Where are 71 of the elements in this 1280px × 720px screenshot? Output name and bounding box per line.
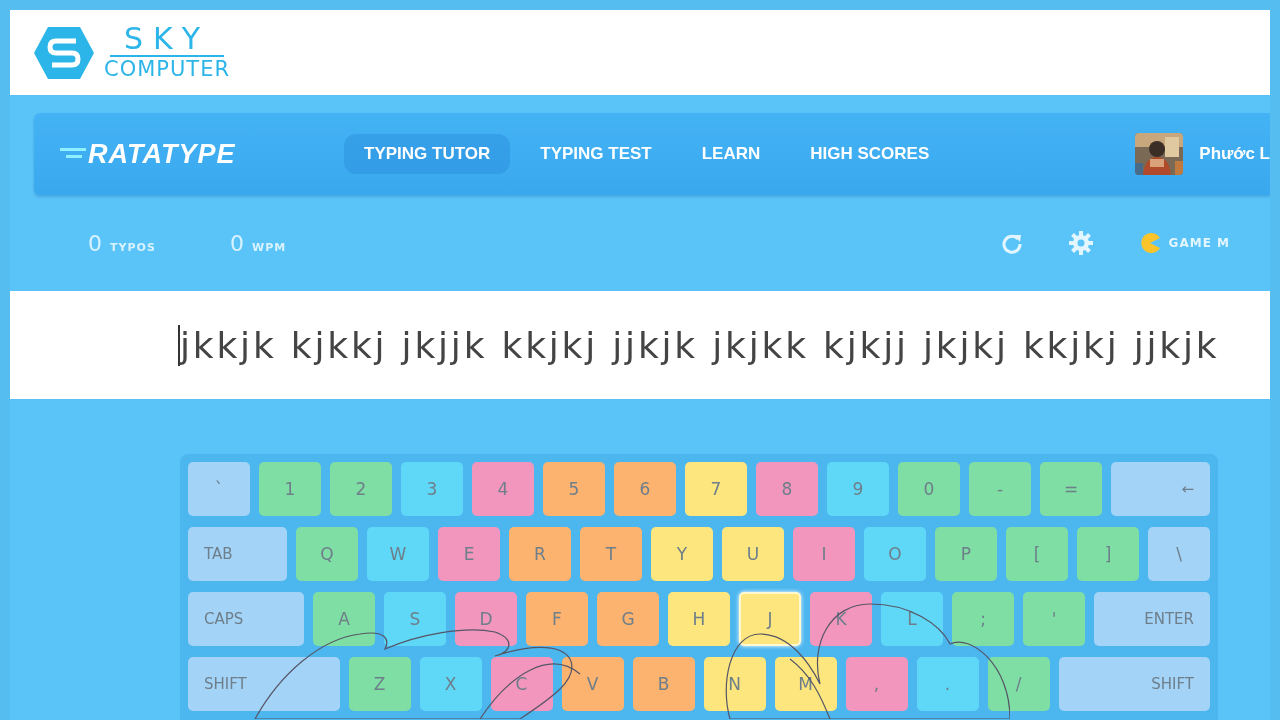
keyboard-key[interactable]: P xyxy=(935,527,997,581)
stat-label: TYPOS xyxy=(110,240,156,254)
keyboard-key[interactable]: 7 xyxy=(685,462,747,516)
keyboard-key[interactable]: SHIFT xyxy=(188,657,340,711)
keyboard-key[interactable]: 3 xyxy=(401,462,463,516)
keyboard-key[interactable]: X xyxy=(419,657,482,711)
logo-icon xyxy=(60,148,88,160)
stat-value: 0 xyxy=(230,230,244,256)
keyboard-key[interactable]: 2 xyxy=(330,462,392,516)
keyboard-key[interactable]: M xyxy=(774,657,837,711)
keyboard-key[interactable]: W xyxy=(367,527,429,581)
keyboard-key[interactable]: A xyxy=(313,592,375,646)
keyboard-key[interactable]: [ xyxy=(1006,527,1068,581)
keyboard-key[interactable]: 8 xyxy=(756,462,818,516)
keyboard-key[interactable]: ] xyxy=(1077,527,1139,581)
keyboard-key[interactable]: O xyxy=(864,527,926,581)
keyboard-key[interactable]: ← xyxy=(1111,462,1210,516)
keyboard-key[interactable]: T xyxy=(580,527,642,581)
user-name[interactable]: Phước L xyxy=(1199,144,1270,164)
keyboard-key[interactable]: TAB xyxy=(188,527,287,581)
nav-tab[interactable]: TYPING TEST xyxy=(520,134,672,174)
brand-title: SKY xyxy=(110,23,224,57)
keyboard-key[interactable]: CAPS xyxy=(188,592,304,646)
keyboard-key[interactable]: D xyxy=(455,592,517,646)
keyboard-key[interactable]: 5 xyxy=(543,462,605,516)
stat-value: 0 xyxy=(88,230,102,256)
keyboard-key[interactable]: 0 xyxy=(898,462,960,516)
logo-icon xyxy=(32,24,96,81)
exercise-text: jkkjk kjkkj jkjjk kkjkj jjkjk jkjkk kjkjj jkjkj kkjkj jjkjk xyxy=(178,324,1220,366)
game-mode-link[interactable]: GAME M xyxy=(1168,236,1230,250)
keyboard-key[interactable]: ` xyxy=(188,462,250,516)
keyboard-key[interactable]: . xyxy=(916,657,979,711)
nav-tab[interactable]: TYPING TUTOR xyxy=(344,134,511,174)
keyboard-key[interactable]: G xyxy=(597,592,659,646)
keyboard-key[interactable]: R xyxy=(509,527,571,581)
refresh-icon[interactable] xyxy=(1000,232,1023,254)
keyboard-key[interactable]: Z xyxy=(348,657,411,711)
keyboard-key[interactable]: , xyxy=(845,657,908,711)
keyboard-key[interactable]: H xyxy=(668,592,730,646)
nav-tab[interactable]: HIGH SCORES xyxy=(790,134,950,174)
keyboard-key[interactable]: SHIFT xyxy=(1058,657,1210,711)
keyboard-key[interactable]: C xyxy=(490,657,553,711)
keyboard-key[interactable]: V xyxy=(561,657,624,711)
keyboard-key[interactable]: L xyxy=(881,592,943,646)
keyboard-key[interactable]: 6 xyxy=(614,462,676,516)
keyboard-key[interactable]: Y xyxy=(651,527,713,581)
keyboard-key[interactable]: ' xyxy=(1023,592,1085,646)
keyboard-key[interactable]: N xyxy=(703,657,766,711)
keyboard-key[interactable]: K xyxy=(810,592,872,646)
keyboard-key[interactable]: E xyxy=(438,527,500,581)
keyboard-key[interactable]: - xyxy=(969,462,1031,516)
nav-tab[interactable]: LEARN xyxy=(681,134,781,174)
keyboard-key[interactable]: 1 xyxy=(259,462,321,516)
keyboard-key[interactable]: \ xyxy=(1148,527,1210,581)
brand-subtitle: COMPUTER xyxy=(104,56,231,82)
keyboard-key[interactable]: U xyxy=(722,527,784,581)
keyboard-key[interactable]: Q xyxy=(296,527,358,581)
logo-text[interactable]: RATATYPE xyxy=(88,138,236,170)
keyboard-key[interactable]: F xyxy=(526,592,588,646)
keyboard-key[interactable]: ENTER xyxy=(1094,592,1210,646)
keyboard-key[interactable]: S xyxy=(384,592,446,646)
keyboard-key[interactable]: ; xyxy=(952,592,1014,646)
keyboard-key[interactable]: B xyxy=(632,657,695,711)
pacman-icon xyxy=(1138,232,1161,254)
keyboard-key[interactable]: 4 xyxy=(472,462,534,516)
keyboard-key[interactable]: / xyxy=(987,657,1050,711)
keyboard-key[interactable]: J xyxy=(739,592,801,646)
keyboard-key[interactable]: = xyxy=(1040,462,1102,516)
keyboard-key[interactable]: 9 xyxy=(827,462,889,516)
stat-label: WPM xyxy=(252,240,287,254)
keyboard-key[interactable]: I xyxy=(793,527,855,581)
